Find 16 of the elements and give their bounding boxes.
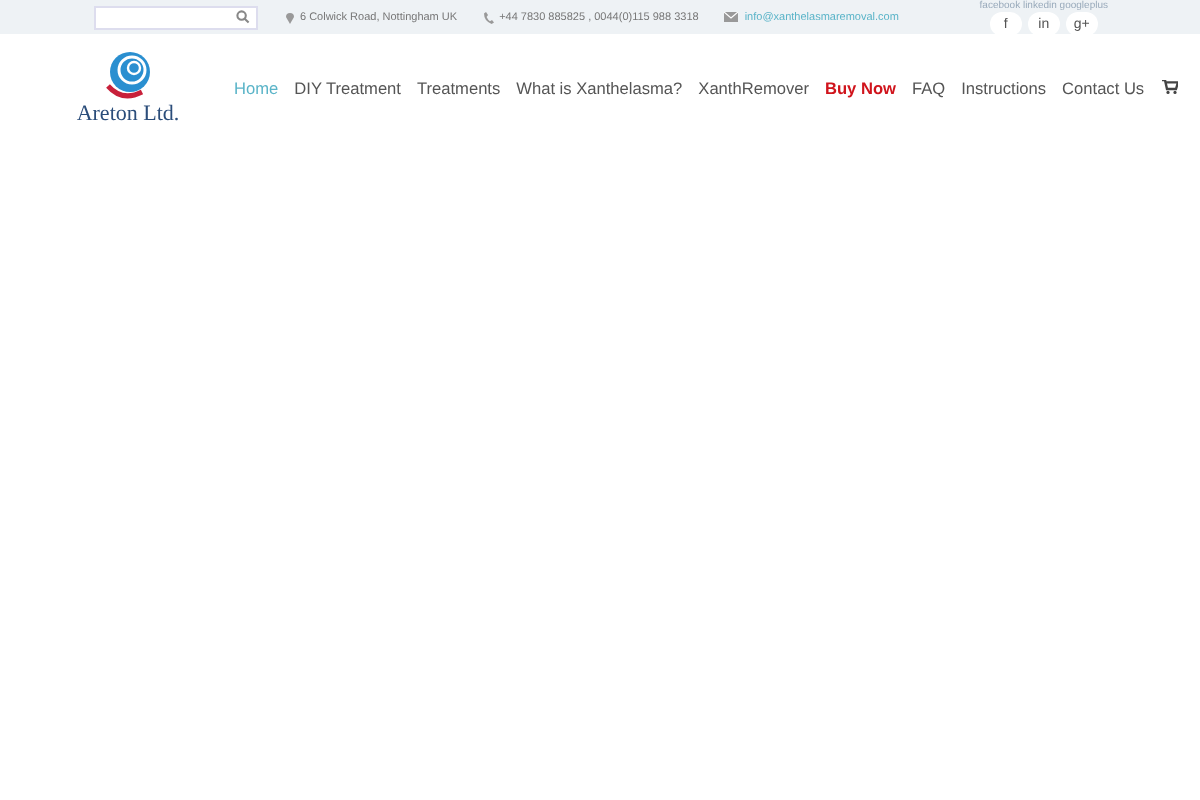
nav-link[interactable]: XanthRemover (698, 77, 809, 97)
search-icon (236, 10, 250, 24)
logo-icon (102, 49, 154, 101)
phone-icon (483, 11, 494, 23)
nav-link[interactable]: Treatments (416, 77, 501, 97)
nav-link[interactable]: Contact Us (1062, 77, 1145, 97)
nav-link[interactable]: Buy Now (825, 77, 896, 97)
cart-icon[interactable] (1162, 80, 1179, 94)
nav-link[interactable]: FAQ (912, 77, 946, 97)
envelope-icon (724, 12, 739, 22)
search-field[interactable] (94, 5, 258, 29)
nav-link[interactable]: What is Xanthelasma? (516, 77, 683, 97)
nav-link[interactable]: DIY Treatment (294, 77, 401, 97)
logo-text: Areton Ltd. (76, 101, 180, 125)
map-pin-icon (286, 11, 294, 23)
nav-link[interactable]: Instructions (961, 77, 1047, 97)
